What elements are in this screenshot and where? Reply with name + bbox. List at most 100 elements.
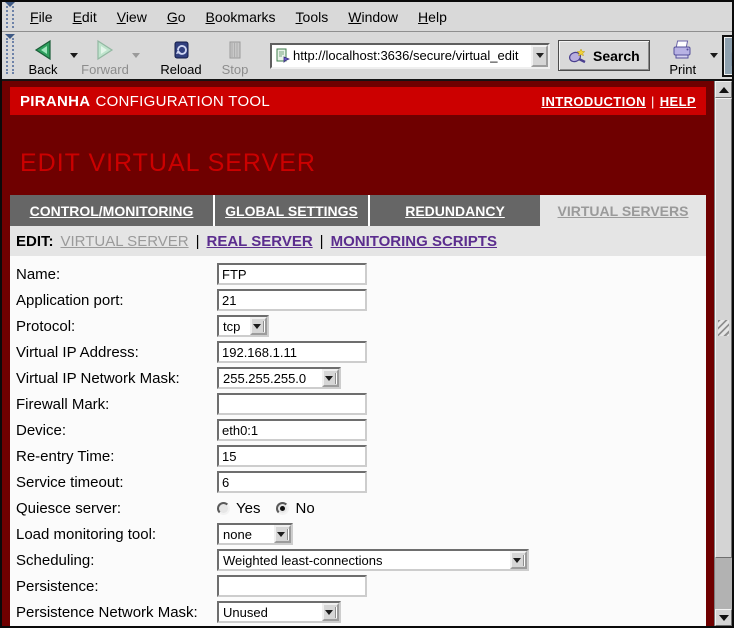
load-monitoring-select[interactable]: none xyxy=(217,523,293,545)
tab-control-monitoring[interactable]: CONTROL/MONITORING xyxy=(10,195,215,226)
subnav-monitoring-scripts-link[interactable]: MONITORING SCRIPTS xyxy=(331,233,497,250)
scroll-up-button[interactable] xyxy=(715,81,732,98)
print-dropdown-icon[interactable] xyxy=(710,53,718,58)
protocol-select[interactable]: tcp xyxy=(217,315,269,337)
quiesce-no-radio[interactable] xyxy=(276,502,289,515)
scroll-down-button[interactable] xyxy=(715,609,732,626)
browser-window: File Edit View Go Bookmarks Tools Window… xyxy=(0,0,734,628)
persistence-label: Persistence: xyxy=(16,578,217,595)
scrollbar-track[interactable] xyxy=(715,558,732,609)
chevron-down-icon xyxy=(322,369,339,387)
back-dropdown-icon[interactable] xyxy=(70,53,78,58)
subnav-virtual-server-current: VIRTUAL SERVER xyxy=(61,233,189,250)
introduction-link[interactable]: INTRODUCTION xyxy=(541,94,645,109)
virtual-ip-label: Virtual IP Address: xyxy=(16,344,217,361)
subnav-separator: | xyxy=(320,233,324,250)
service-timeout-input[interactable] xyxy=(217,471,367,493)
quiesce-server-label: Quiesce server: xyxy=(16,500,217,517)
menu-bookmarks[interactable]: Bookmarks xyxy=(196,9,286,25)
name-input[interactable] xyxy=(217,263,367,285)
form-row: Device: xyxy=(16,417,706,443)
form-row: Scheduling: Weighted least-connections xyxy=(16,547,706,573)
form-row: Application port: xyxy=(16,287,706,313)
service-timeout-label: Service timeout: xyxy=(16,474,217,491)
chevron-down-icon xyxy=(536,53,544,58)
reentry-time-input[interactable] xyxy=(217,445,367,467)
load-monitoring-label: Load monitoring tool: xyxy=(16,526,217,543)
url-input[interactable] xyxy=(293,48,531,63)
tab-bar: CONTROL/MONITORING GLOBAL SETTINGS REDUN… xyxy=(10,195,706,226)
arrow-down-icon xyxy=(719,615,729,621)
vertical-scrollbar xyxy=(714,81,732,626)
back-arrow-icon xyxy=(32,38,54,62)
url-bar xyxy=(270,43,550,69)
quiesce-yes-label: Yes xyxy=(236,500,260,517)
mozilla-throbber-icon[interactable] xyxy=(722,35,734,77)
stop-button[interactable]: Stop xyxy=(212,34,258,78)
firewall-mark-input[interactable] xyxy=(217,393,367,415)
virtual-ip-mask-label: Virtual IP Network Mask: xyxy=(16,370,217,387)
virtual-ip-mask-select[interactable]: 255.255.255.0 xyxy=(217,367,341,389)
reload-icon xyxy=(170,38,192,62)
toolbar-grippy[interactable] xyxy=(6,38,14,74)
chevron-down-icon xyxy=(510,551,527,569)
chevron-down-icon xyxy=(322,603,339,621)
name-label: Name: xyxy=(16,266,217,283)
edit-subnav: EDIT: VIRTUAL SERVER | REAL SERVER | MON… xyxy=(10,226,706,256)
forward-arrow-icon xyxy=(94,38,116,62)
brand-subtitle: CONFIGURATION TOOL xyxy=(95,93,270,110)
application-port-input[interactable] xyxy=(217,289,367,311)
forward-button[interactable]: Forward xyxy=(82,34,128,78)
menu-window[interactable]: Window xyxy=(338,9,408,25)
tab-global-settings[interactable]: GLOBAL SETTINGS xyxy=(215,195,370,226)
virtual-server-form: Name: Application port: Protocol: tcp xyxy=(10,256,706,625)
scrollbar-thumb[interactable] xyxy=(715,98,732,558)
subnav-prefix: EDIT: xyxy=(16,233,54,250)
search-button[interactable]: Search xyxy=(558,40,650,71)
chevron-down-icon xyxy=(250,317,267,335)
form-row: Virtual IP Address: xyxy=(16,339,706,365)
firewall-mark-label: Firewall Mark: xyxy=(16,396,217,413)
subnav-real-server-link[interactable]: REAL SERVER xyxy=(207,233,313,250)
print-button[interactable]: Print xyxy=(660,34,706,78)
forward-dropdown-icon[interactable] xyxy=(132,53,140,58)
menu-tools[interactable]: Tools xyxy=(286,9,339,25)
navigation-toolbar: Back Forward Reload Stop xyxy=(2,32,732,79)
tab-redundancy[interactable]: REDUNDANCY xyxy=(370,195,540,226)
persistence-input[interactable] xyxy=(217,575,367,597)
quiesce-no-label: No xyxy=(295,500,314,517)
menu-go[interactable]: Go xyxy=(157,9,196,25)
menu-help[interactable]: Help xyxy=(408,9,457,25)
persistence-mask-select[interactable]: Unused xyxy=(217,601,341,623)
virtual-ip-input[interactable] xyxy=(217,341,367,363)
help-link[interactable]: HELP xyxy=(660,94,696,109)
url-dropdown-button[interactable] xyxy=(531,45,548,67)
quiesce-yes-radio[interactable] xyxy=(217,502,230,515)
form-row: Protocol: tcp xyxy=(16,313,706,339)
piranha-header-bar: PIRANHA CONFIGURATION TOOL INTRODUCTION … xyxy=(10,87,706,115)
reentry-time-label: Re-entry Time: xyxy=(16,448,217,465)
page-proxy-icon[interactable] xyxy=(275,48,290,63)
form-row: Persistence Network Mask: Unused xyxy=(16,599,706,625)
scheduling-select[interactable]: Weighted least-connections xyxy=(217,549,529,571)
toolbar-grippy[interactable] xyxy=(6,6,14,28)
form-row: Virtual IP Network Mask: 255.255.255.0 xyxy=(16,365,706,391)
persistence-mask-label: Persistence Network Mask: xyxy=(16,604,217,621)
menu-file[interactable]: File xyxy=(20,9,63,25)
stop-icon xyxy=(225,38,245,62)
form-row: Quiesce server: Yes No xyxy=(16,495,706,521)
reload-button[interactable]: Reload xyxy=(158,34,204,78)
scheduling-label: Scheduling: xyxy=(16,552,217,569)
tab-virtual-servers[interactable]: VIRTUAL SERVERS xyxy=(540,195,706,226)
content-panel: CONTROL/MONITORING GLOBAL SETTINGS REDUN… xyxy=(10,195,706,626)
menu-bar: File Edit View Go Bookmarks Tools Window… xyxy=(2,2,732,32)
menu-edit[interactable]: Edit xyxy=(63,9,107,25)
form-row: Firewall Mark: xyxy=(16,391,706,417)
back-button[interactable]: Back xyxy=(20,34,66,78)
form-row: Name: xyxy=(16,261,706,287)
form-row: Persistence: xyxy=(16,573,706,599)
page-viewport: PIRANHA CONFIGURATION TOOL INTRODUCTION … xyxy=(2,79,732,626)
application-port-label: Application port: xyxy=(16,292,217,309)
menu-view[interactable]: View xyxy=(107,9,157,25)
device-input[interactable] xyxy=(217,419,367,441)
